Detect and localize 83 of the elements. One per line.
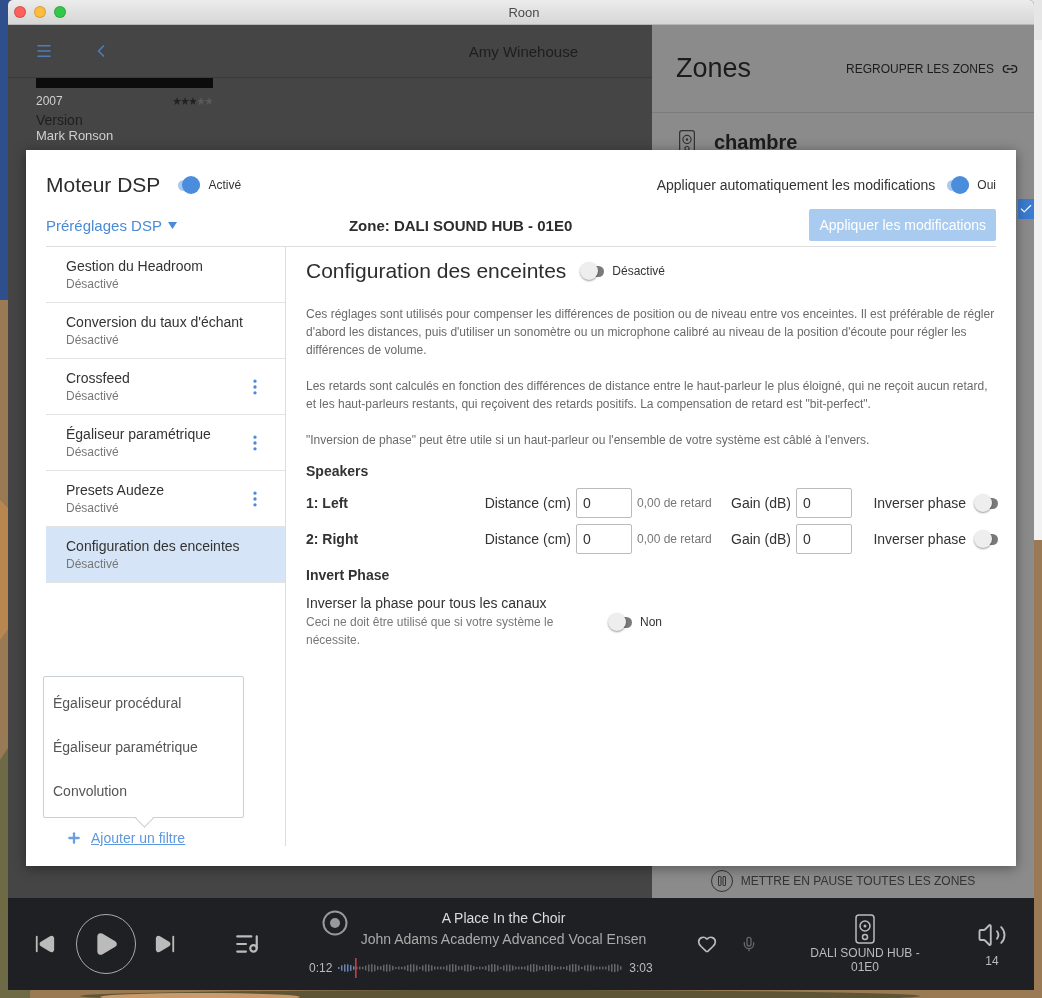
delay-text: 0,00 de retard — [636, 496, 713, 510]
field-label: Inverser phase — [872, 531, 967, 547]
zone-name[interactable]: chambre — [714, 130, 798, 154]
elapsed-time: 0:12 — [309, 961, 333, 975]
menu-item[interactable]: Convolution — [44, 769, 243, 813]
toggle-label: Désactivé — [612, 264, 666, 278]
section-title: Configuration des enceintes — [306, 259, 567, 283]
filter-status: Désactivé — [66, 389, 120, 403]
filter-item[interactable]: Égaliseur paramétrique Désactivé — [46, 415, 285, 471]
filter-name: Égaliseur paramétrique — [66, 426, 212, 442]
filter-item[interactable]: Gestion du Headroom Désactivé — [46, 247, 285, 303]
group-zones-button[interactable]: REGROUPER LES ZONES — [845, 60, 1018, 77]
toggle-label: Non — [640, 615, 662, 629]
zoom-button[interactable] — [54, 6, 66, 18]
previous-icon[interactable] — [34, 933, 56, 955]
toggle-switch[interactable] — [176, 176, 201, 194]
filter-status: Désactivé — [66, 333, 120, 347]
caret-icon — [167, 221, 177, 229]
zone-label: Zone: DALI SOUND HUB - 01E0 — [348, 216, 573, 234]
zone-button[interactable]: DALI SOUND HUB - 01E0 — [795, 914, 935, 974]
field-label: Gain (dB) — [730, 495, 792, 511]
section-heading: Speakers — [306, 463, 370, 479]
field-label: Gain (dB) — [730, 531, 792, 547]
auto-apply-label: Appliquer automatiquement les modifications — [656, 177, 936, 193]
toggle-switch[interactable] — [945, 176, 970, 194]
filter-item[interactable]: Crossfeed Désactivé — [46, 359, 285, 415]
toggle-label: Activé — [208, 178, 242, 192]
track-artist[interactable]: John Adams Academy Advanced Vocal Ensen — [360, 931, 647, 947]
distance-field[interactable]: 0 — [576, 524, 632, 554]
filter-status: Désactivé — [66, 277, 120, 291]
duration: 3:03 — [629, 961, 653, 975]
next-icon[interactable] — [154, 933, 176, 955]
dialog-title: Moteur DSP — [46, 173, 161, 197]
distance-field[interactable]: 0 — [576, 488, 632, 518]
delay-text: 0,00 de retard — [636, 532, 713, 546]
close-button[interactable] — [14, 6, 26, 18]
toggle-switch[interactable] — [608, 613, 632, 631]
filter-status: Désactivé — [66, 445, 120, 459]
filter-status: Désactivé — [66, 501, 120, 515]
description: Ces réglages sont utilisés pour compenser les différences de position ou de niveau entre vos enceintes. Il est préférable de régler d'abord les distances, puis d'utiliser un sonomètre ou un microphone calibré au niveau de la position d'écoute pour régler les différences de volume. — [306, 306, 996, 359]
gain-field[interactable]: 0 — [796, 488, 852, 518]
album-artist[interactable]: Mark Ronson — [36, 128, 213, 143]
field-label: Distance (cm) — [483, 495, 572, 511]
volume-button[interactable]: 14 — [977, 920, 1007, 968]
filter-name: Conversion du taux d'échant — [66, 314, 244, 330]
option-label: Inverser la phase pour tous les canaux — [306, 595, 548, 611]
filter-item[interactable]: Conversion du taux d'échant Désactivé — [46, 303, 285, 359]
disc-icon — [322, 910, 348, 936]
section-heading: Invert Phase — [306, 567, 391, 583]
minimize-button[interactable] — [34, 6, 46, 18]
gain-field[interactable]: 0 — [796, 524, 852, 554]
zones-title: Zones — [676, 53, 752, 84]
description: "Inversion de phase" peut être utile si un haut-parleur ou l'ensemble de votre système est câblé à l'envers. — [306, 432, 871, 449]
heart-icon[interactable] — [697, 934, 717, 954]
toggle-switch[interactable] — [974, 530, 998, 548]
field-label: Distance (cm) — [483, 531, 572, 547]
option-hint: Ceci ne doit être utilisé que si votre système le nécessite. — [306, 614, 555, 649]
toggle-switch[interactable] — [974, 494, 998, 512]
plus-icon[interactable] — [66, 830, 82, 846]
menu-item[interactable]: Égaliseur procédural — [44, 681, 243, 725]
album-year: 2007 — [36, 94, 63, 108]
track-title[interactable]: A Place In the Choir — [441, 910, 566, 926]
toggle-switch[interactable] — [580, 262, 605, 280]
play-button[interactable] — [76, 914, 136, 974]
pause-all-button[interactable]: METTRE EN PAUSE TOUTES LES ZONES — [710, 870, 976, 892]
speaker-name: 1: Left — [306, 495, 349, 511]
presets-dropdown[interactable]: Préréglages DSP — [46, 216, 177, 234]
description: Les retards sont calculés en fonction des différences de distance entre le haut-parleur le plus éloigné, qui ne reçoit aucun retard, et les haut-parleurs restants, qui reçoivent des retards positifs. La compensation de retard est "bit-perfect". — [306, 378, 989, 413]
filter-name: Gestion du Headroom — [66, 258, 204, 274]
filter-name: Crossfeed — [66, 370, 131, 386]
field-label: Inverser phase — [872, 495, 967, 511]
filter-item[interactable]: Configuration des enceintes Désactivé — [46, 527, 285, 583]
menu-item[interactable]: Égaliseur paramétrique — [44, 725, 243, 769]
speaker-icon — [854, 914, 876, 944]
mic-icon[interactable] — [741, 936, 757, 952]
filter-name: Configuration des enceintes — [66, 538, 241, 554]
window-title: Roon — [508, 4, 540, 20]
menu-icon[interactable] — [35, 42, 53, 60]
speaker-name: 2: Right — [306, 531, 360, 547]
filter-status: Désactivé — [66, 557, 120, 571]
toggle-label: Oui — [977, 178, 996, 192]
filter-name: Presets Audeze — [66, 482, 166, 498]
waveform[interactable] — [338, 958, 624, 978]
